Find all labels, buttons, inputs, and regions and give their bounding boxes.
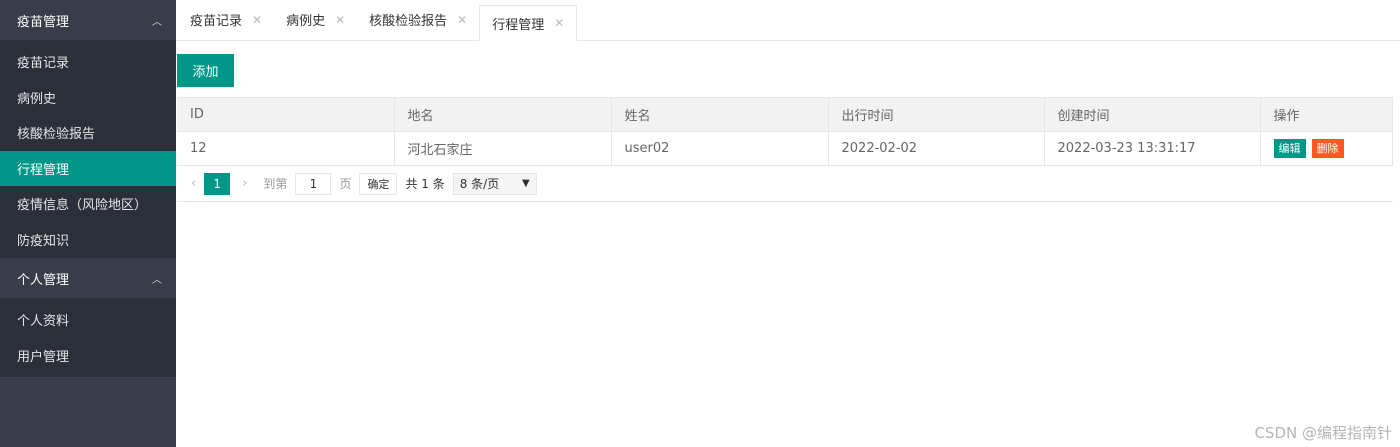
chevron-right-icon[interactable]: ›: [242, 176, 247, 191]
cell-actions: 编辑 删除: [1259, 131, 1393, 166]
column-header-created-time[interactable]: 创建时间: [1043, 97, 1261, 132]
sidebar-item-profile[interactable]: 个人资料: [0, 302, 176, 338]
cell-place: 河北石家庄: [393, 131, 612, 166]
page-size-select[interactable]: 8 条/页 ▼: [452, 172, 537, 195]
tab-itinerary[interactable]: 行程管理 ✕: [479, 5, 578, 41]
cell-id: 12: [177, 131, 395, 166]
tab-label: 核酸检验报告: [369, 14, 448, 29]
cell-created-time: 2022-03-23 13:31:17: [1043, 131, 1261, 166]
page-unit-label: 页: [339, 177, 352, 191]
column-header-name[interactable]: 姓名: [610, 97, 829, 132]
add-button[interactable]: 添加: [177, 54, 234, 87]
sidebar-group-personal-items: 个人资料 用户管理: [0, 298, 176, 377]
sidebar-group-vaccine-items: 疫苗记录 病例史 核酸检验报告 行程管理 疫情信息（风险地区） 防疫知识: [0, 40, 176, 258]
tab-nucleic-report[interactable]: 核酸检验报告 ✕: [357, 0, 479, 40]
sidebar: 疫苗管理 ︿ 疫苗记录 病例史 核酸检验报告 行程管理 疫情信息（风险地区） 防…: [0, 0, 176, 447]
toolbar: 添加: [176, 41, 1400, 97]
close-icon[interactable]: ✕: [252, 13, 262, 27]
confirm-button[interactable]: 确定: [359, 172, 398, 195]
pagination: ‹ 1 › 到第 页 确定 共 1 条 8 条/页 ▼: [177, 166, 1393, 202]
total-count: 共 1 条: [405, 177, 445, 191]
tab-label: 行程管理: [492, 17, 545, 33]
chevron-down-icon: ▼: [522, 178, 530, 189]
sidebar-group-vaccine[interactable]: 疫苗管理 ︿: [0, 0, 176, 40]
edit-button[interactable]: 编辑: [1273, 139, 1306, 158]
chevron-left-icon[interactable]: ‹: [191, 176, 196, 191]
sidebar-item-user-management[interactable]: 用户管理: [0, 338, 176, 374]
column-header-id[interactable]: ID: [177, 97, 395, 132]
close-icon[interactable]: ✕: [554, 16, 564, 30]
table-header-row: ID 地名 姓名 出行时间 创建时间 操作: [177, 97, 1393, 132]
chevron-up-icon: ︿: [152, 274, 162, 286]
column-header-actions: 操作: [1259, 97, 1393, 132]
page-number-current[interactable]: 1: [204, 172, 231, 195]
tab-medical-history[interactable]: 病例史 ✕: [274, 0, 357, 40]
close-icon[interactable]: ✕: [335, 13, 345, 27]
sidebar-item-medical-history[interactable]: 病例史: [0, 80, 176, 116]
close-icon[interactable]: ✕: [457, 13, 467, 27]
chevron-up-icon: ︿: [152, 16, 162, 28]
sidebar-item-itinerary[interactable]: 行程管理: [0, 150, 176, 186]
delete-button[interactable]: 删除: [1311, 139, 1344, 158]
table-row[interactable]: 12 河北石家庄 user02 2022-02-02 2022-03-23 13…: [177, 131, 1393, 166]
tab-label: 病例史: [286, 14, 326, 29]
watermark: CSDN @编程指南针: [1254, 424, 1392, 442]
column-header-travel-time[interactable]: 出行时间: [827, 97, 1045, 132]
goto-label: 到第: [263, 177, 288, 191]
page-size-value: 8 条/页: [459, 177, 500, 191]
sidebar-group-label: 个人管理: [17, 272, 70, 288]
sidebar-item-nucleic-report[interactable]: 核酸检验报告: [0, 115, 176, 151]
sidebar-group-personal[interactable]: 个人管理 ︿: [0, 258, 176, 298]
sidebar-item-prevention-knowledge[interactable]: 防疫知识: [0, 222, 176, 258]
sidebar-item-vaccine-record[interactable]: 疫苗记录: [0, 44, 176, 80]
cell-travel-time: 2022-02-02: [827, 131, 1045, 166]
cell-name: user02: [610, 131, 829, 166]
sidebar-group-label: 疫苗管理: [17, 14, 70, 30]
tab-vaccine-record[interactable]: 疫苗记录 ✕: [178, 0, 274, 40]
tab-label: 疫苗记录: [190, 14, 243, 29]
itinerary-table: ID 地名 姓名 出行时间 创建时间 操作 12 河北石家庄 user02 20…: [177, 97, 1393, 166]
goto-page-input[interactable]: [295, 172, 332, 195]
column-header-place[interactable]: 地名: [393, 97, 612, 132]
sidebar-item-epidemic-info[interactable]: 疫情信息（风险地区）: [0, 186, 176, 222]
main-content: 疫苗记录 ✕ 病例史 ✕ 核酸检验报告 ✕ 行程管理 ✕ 添加 ID 地名 姓名: [176, 0, 1400, 447]
tab-bar: 疫苗记录 ✕ 病例史 ✕ 核酸检验报告 ✕ 行程管理 ✕: [176, 0, 1400, 41]
